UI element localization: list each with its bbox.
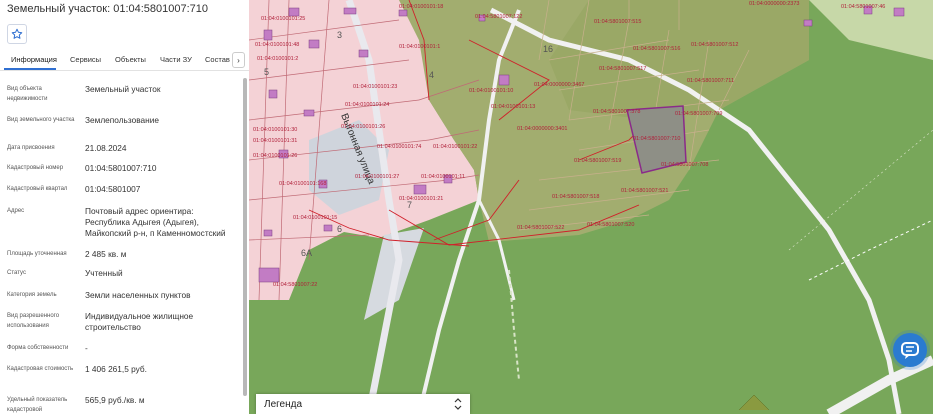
- map-feature-south: [738, 394, 770, 411]
- parcel-label: 01:04:0100101:21: [399, 196, 443, 202]
- parcel-label: 01:04:5801007:709: [675, 111, 722, 117]
- parcel-label: 01:04:0100101:27: [355, 174, 399, 180]
- block-number: 6: [337, 224, 342, 234]
- block-number: 6А: [301, 248, 312, 258]
- parcel-label: 01:04:5801007:708: [661, 162, 708, 168]
- trail-south: [508, 269, 520, 381]
- tab-bar: Информация Сервисы Объекты Части ЗУ Сост…: [0, 52, 249, 70]
- legend-dropdown[interactable]: Легенда: [256, 394, 470, 414]
- field-value: 1 406 261,5 руб.: [85, 364, 147, 374]
- field-label: Кадастровый номер: [7, 165, 64, 171]
- parcel-label: 01:04:0100101:26: [253, 153, 297, 159]
- parcel-label: 01:04:0000000:3467: [534, 82, 584, 88]
- field-value: Землепользование: [85, 115, 159, 125]
- parcel-label: 01:04:0100101:168: [279, 181, 326, 187]
- parcel-label: 01:04:0100101:24: [345, 102, 389, 108]
- favorite-button[interactable]: [7, 24, 27, 44]
- parcel-label: 01:04:0100101:31: [253, 138, 297, 144]
- tab-parcel-parts[interactable]: Части ЗУ: [160, 55, 192, 64]
- star-icon: [11, 28, 23, 39]
- chat-button[interactable]: [893, 333, 927, 367]
- field-value: 01:04:5801007: [85, 184, 141, 194]
- parcel-label: 01:04:0100101:74: [377, 144, 421, 150]
- parcel-label: 01:04:5801007:516: [633, 46, 680, 52]
- parcel-label: 01:04:5801007:711: [687, 78, 734, 84]
- tab-info[interactable]: Информация: [11, 55, 57, 64]
- parcel-label: 01:04:0100101:10: [469, 88, 513, 94]
- info-panel: Земельный участок: 01:04:5801007:710 Инф…: [0, 0, 249, 414]
- field-value: -: [85, 343, 88, 353]
- field-label: Удельный показатель кадастровой: [7, 397, 68, 413]
- chevron-right-icon: ›: [237, 55, 240, 65]
- parcel-label: 01:04:5801007:22: [273, 282, 317, 288]
- field-label: Адрес: [7, 208, 25, 214]
- field-label: Дата присвоения: [7, 145, 55, 151]
- parcel-label: 01:04:5801007:512: [691, 42, 738, 48]
- parcel-label: 01:04:0100101:26: [341, 124, 385, 130]
- tab-objects[interactable]: Объекты: [115, 55, 146, 64]
- field-value: 565,9 руб./кв. м: [85, 395, 145, 405]
- field-label: Категория земель: [7, 292, 57, 298]
- tab-services[interactable]: Сервисы: [70, 55, 101, 64]
- field-label: Вид объекта недвижимости: [7, 86, 48, 102]
- parcel-label: 01:04:5801007:517: [599, 66, 646, 72]
- block-number: 5: [264, 67, 269, 77]
- block-number: 3: [337, 30, 342, 40]
- parcel-label: 01:04:0000000:3401: [517, 126, 567, 132]
- block-number: 4: [429, 70, 434, 80]
- tabs-next-button[interactable]: ›: [232, 52, 245, 68]
- parcel-label: 01:04:0100101:23: [353, 84, 397, 90]
- field-value: Земли населенных пунктов: [85, 290, 191, 300]
- parcel-label: 01:04:0100101:22: [433, 144, 477, 150]
- tab-composition[interactable]: Состав: [205, 55, 230, 64]
- tabs-divider: [0, 70, 249, 71]
- parcel-label: 01:04:5801007:710: [633, 136, 680, 142]
- parcel-label: 01:04:0000000:2373: [749, 1, 799, 7]
- parcel-label: 01:04:0100101:48: [255, 42, 299, 48]
- parcel-label: 01:04:0100101:11: [421, 174, 465, 180]
- field-label: Вид разрешенного использования: [7, 313, 60, 329]
- field-label: Кадастровый квартал: [7, 186, 68, 192]
- parcel-label: 01:04:5801007:518: [552, 194, 599, 200]
- parcel-label: 01:04:0100101:13: [491, 104, 535, 110]
- parcel-label: 01:04:0100101:15: [293, 215, 337, 221]
- parcel-label: 01:04:5801007:122: [475, 14, 522, 20]
- parcel-label: 01:04:0100101:25: [261, 16, 305, 22]
- field-value: Земельный участок: [85, 84, 161, 94]
- field-label: Площадь уточненная: [7, 251, 67, 257]
- parcel-label: 01:04:0100101:18: [399, 4, 443, 10]
- panel-title: Земельный участок: 01:04:5801007:710: [7, 3, 209, 15]
- map-view[interactable]: 5 3 16 4 6 6А 7 Выгонная улица 01:04:580…: [249, 0, 933, 414]
- field-label: Вид земельного участка: [7, 117, 75, 123]
- parcel-label: 01:04:0100101:2: [257, 56, 298, 62]
- parcel-label: 01:04:5801007:378: [593, 109, 640, 115]
- field-value: Учтенный: [85, 268, 123, 278]
- parcel-label: 01:04:5801007:519: [574, 158, 621, 164]
- field-label: Статус: [7, 270, 26, 276]
- parcel-label: 01:04:5801007:515: [594, 19, 641, 25]
- field-value: Индивидуальное жилищное строительство: [85, 311, 194, 332]
- parcel-label: 01:04:5801007:520: [587, 222, 634, 228]
- field-value: 2 485 кв. м: [85, 249, 127, 259]
- panel-scrollbar-thumb[interactable]: [243, 78, 247, 396]
- field-value: 21.08.2024: [85, 143, 127, 153]
- chevron-updown-icon: [454, 398, 462, 410]
- legend-label: Легенда: [264, 399, 303, 410]
- parcel-label: 01:04:5801007:522: [517, 225, 564, 231]
- block-number: 16: [543, 44, 553, 54]
- parcel-label: 01:04:5801007:46: [841, 4, 885, 10]
- district-boundary: [788, 129, 933, 251]
- field-value: Почтовый адрес ориентира: Республика Ады…: [85, 206, 226, 238]
- field-label: Кадастровая стоимость: [7, 366, 74, 372]
- parcel-label: 01:04:0100101:30: [253, 127, 297, 133]
- map-canvas[interactable]: 5 3 16 4 6 6А 7 Выгонная улица 01:04:580…: [249, 0, 933, 414]
- parcel-label: 01:04:5801007:521: [621, 188, 668, 194]
- field-label: Форма собственности: [7, 345, 69, 351]
- road-southeast: [826, 355, 933, 414]
- parcel-label: 01:04:0100101:1: [399, 44, 440, 50]
- chat-icon: [901, 342, 919, 359]
- field-value: 01:04:5801007:710: [85, 163, 157, 173]
